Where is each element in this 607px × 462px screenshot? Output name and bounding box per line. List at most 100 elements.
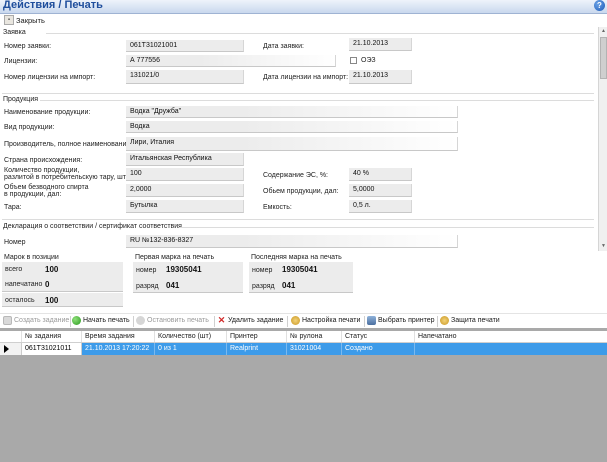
license-field: А 777556	[126, 55, 336, 67]
section-divider	[40, 100, 594, 101]
print-settings-button[interactable]: Настройка печати	[291, 316, 360, 325]
section-product: Продукция	[3, 96, 39, 103]
column-header[interactable]: № рулона	[287, 331, 342, 342]
alc-label: Содержание ЭС, %:	[263, 172, 328, 179]
create-task-icon	[3, 316, 12, 325]
toolbar-separator	[364, 316, 365, 327]
delete-icon: ✕	[217, 315, 226, 325]
column-header[interactable]: Принтер	[227, 331, 287, 342]
section-divider	[179, 227, 594, 228]
section-divider	[2, 93, 594, 94]
oez-checkbox[interactable]	[350, 57, 357, 64]
column-header[interactable]: Статус	[342, 331, 415, 342]
close-icon: ▪	[4, 15, 14, 25]
section-divider	[2, 219, 594, 220]
product-name-label: Наименование продукции:	[4, 109, 91, 116]
marks-left-label: осталось	[5, 297, 35, 304]
scroll-down-icon[interactable]: ▼	[600, 243, 607, 250]
column-header[interactable]: № задания	[22, 331, 82, 342]
tasks-grid: № задания Время задания Количество (шт) …	[0, 328, 607, 462]
last-mark-title: Последняя марка на печать	[251, 254, 342, 261]
marks-printed-value: 0	[45, 280, 50, 289]
scroll-up-icon[interactable]: ▲	[600, 28, 607, 35]
start-print-button[interactable]: Начать печать	[72, 316, 130, 325]
marks-panel: Марок в позиции всего 100 напечатано 0 о…	[0, 251, 598, 313]
scroll-thumb[interactable]	[600, 37, 607, 79]
column-header[interactable]: Время задания	[82, 331, 155, 342]
volume-field: 5,0000	[349, 184, 412, 197]
close-label: Закрыть	[16, 15, 45, 25]
column-header[interactable]: Количество (шт)	[155, 331, 227, 342]
product-kind-field: Водка	[126, 121, 458, 133]
license-label: Лицензии:	[4, 58, 38, 65]
table-cell[interactable]: 21.10.2013 17:20:22	[82, 343, 155, 355]
first-mark-number-value: 19305041	[166, 265, 202, 274]
declaration-number-field: RU №132-836-8327	[126, 235, 458, 248]
title-bar: Действия / Печать ?	[0, 0, 607, 14]
stop-print-button[interactable]: Остановить печать	[136, 316, 209, 325]
table-cell[interactable]: Создано	[342, 343, 415, 355]
capacity-label: Емкость:	[263, 204, 292, 211]
first-mark-title: Первая марка на печать	[135, 254, 215, 261]
toolbar-separator	[287, 316, 288, 327]
tare-field: Бутылка	[126, 200, 244, 213]
delete-task-button[interactable]: ✕ Удалить задание	[217, 315, 284, 325]
start-print-icon	[72, 316, 81, 325]
column-header[interactable]: Напечатано	[415, 331, 607, 342]
capacity-field: 0,5 л.	[349, 200, 412, 213]
marks-total-label: всего	[5, 266, 23, 273]
stop-print-label: Остановить печать	[147, 317, 209, 324]
product-kind-label: Вид продукции:	[4, 124, 55, 131]
row-pointer-icon	[0, 343, 22, 355]
import-license-field: 131021/0	[126, 70, 244, 84]
table-cell[interactable]	[415, 343, 607, 355]
last-mark-rank-value: 041	[282, 281, 296, 290]
details-form: Заявка Номер заявки: 061T31021001 Дата з…	[0, 27, 598, 251]
producer-label: Производитель, полное наименование	[4, 141, 131, 148]
spirit-label-2: в продукции, дал:	[4, 191, 62, 198]
toolbar-separator	[214, 316, 215, 327]
print-protection-label: Защита печати	[451, 317, 500, 324]
qty-label-2: разлитой в потребительскую тару, шт:	[4, 174, 128, 181]
select-printer-label: Выбрать принтер	[378, 317, 435, 324]
form-scrollbar[interactable]: ▲ ▼	[598, 27, 607, 251]
help-icon[interactable]: ?	[594, 0, 605, 11]
stop-print-icon	[136, 316, 145, 325]
printer-icon	[367, 316, 376, 325]
close-button[interactable]: ▪ Закрыть	[4, 15, 45, 25]
window-title: Действия / Печать	[3, 0, 103, 11]
marks-title: Марок в позиции	[4, 254, 59, 261]
marks-printed-label: напечатано	[5, 281, 43, 288]
declaration-number-label: Номер	[4, 239, 26, 246]
section-declaration: Декларация о соответствии / сертификат с…	[3, 223, 182, 230]
app-date-label: Дата заявки:	[263, 43, 304, 50]
import-date-field: 21.10.2013	[349, 70, 412, 84]
create-task-button[interactable]: Создать задание	[3, 316, 69, 325]
product-name-field: Водка "Дружба"	[126, 106, 458, 118]
print-settings-icon	[291, 316, 300, 325]
create-task-label: Создать задание	[14, 317, 70, 324]
print-protection-button[interactable]: Защита печати	[440, 316, 500, 325]
table-cell[interactable]: Realprint	[227, 343, 287, 355]
app-number-label: Номер заявки:	[4, 43, 52, 50]
first-mark-rank-label: разряд	[136, 283, 159, 290]
last-mark-number-value: 19305041	[282, 265, 318, 274]
spirit-field: 2,0000	[126, 184, 244, 197]
table-cell[interactable]: 31021004	[287, 343, 342, 355]
qty-field: 100	[126, 168, 244, 181]
producer-field: Лири, Италия	[126, 137, 458, 151]
first-mark-number-label: номер	[136, 267, 157, 274]
import-license-label: Номер лицензии на импорт:	[4, 74, 96, 81]
grid-header-corner	[0, 331, 22, 342]
delete-task-label: Удалить задание	[228, 317, 284, 324]
table-row[interactable]: 061T31021011 21.10.2013 17:20:22 0 из 1 …	[0, 343, 607, 355]
grid-header: № задания Время задания Количество (шт) …	[0, 331, 607, 343]
alc-field: 40 %	[349, 168, 412, 181]
select-printer-button[interactable]: Выбрать принтер	[367, 316, 435, 325]
country-label: Страна происхождения:	[4, 157, 83, 164]
toolbar-separator	[437, 316, 438, 327]
tare-label: Тара:	[4, 204, 22, 211]
table-cell[interactable]: 0 из 1	[155, 343, 227, 355]
table-cell[interactable]: 061T31021011	[22, 343, 82, 355]
oez-label: ОЭЗ	[361, 57, 376, 64]
